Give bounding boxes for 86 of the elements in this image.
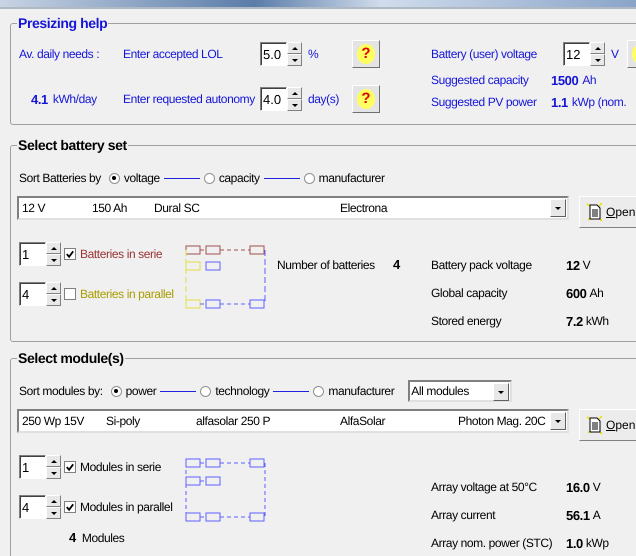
suggestion-label: Suggested PV power bbox=[431, 95, 538, 109]
number-field[interactable]: 4 bbox=[19, 495, 46, 519]
open-button[interactable]: Open bbox=[579, 409, 636, 441]
stat-label: Stored energy bbox=[431, 314, 502, 328]
sort-label: Sort Batteries by bbox=[19, 171, 101, 185]
spin-down-button[interactable] bbox=[590, 54, 605, 66]
spin-down-button[interactable] bbox=[46, 254, 61, 266]
suggestion-value: 1500 bbox=[551, 72, 578, 88]
number-field[interactable]: 5.0 bbox=[260, 42, 287, 66]
stat-value: 600 bbox=[566, 286, 586, 300]
stat-label: Array nom. power (STC) bbox=[431, 536, 554, 550]
count-value: 4 bbox=[393, 257, 402, 272]
open-button[interactable]: Open bbox=[579, 196, 636, 228]
number-field[interactable]: 4 bbox=[19, 282, 46, 306]
number-field[interactable]: 1 bbox=[19, 242, 46, 266]
unit-label: % bbox=[307, 47, 320, 61]
stat-value: 56.1 bbox=[566, 508, 590, 522]
unit-label: day(s) bbox=[307, 92, 340, 106]
stat-label: Global capacity bbox=[431, 286, 508, 300]
spin-down-button[interactable] bbox=[46, 294, 61, 306]
number-field[interactable]: 4.0 bbox=[260, 87, 287, 111]
radio-option[interactable]: voltage bbox=[108, 171, 160, 185]
suggestion-value: 1.1 bbox=[551, 94, 568, 110]
stat-label: Array current bbox=[431, 508, 496, 522]
stat-value: 12 bbox=[566, 258, 580, 272]
count-label: Batteries in parallel bbox=[80, 287, 174, 301]
battery-dropdown[interactable]: 12 V 150 Ah Dural SC Electrona bbox=[17, 196, 569, 220]
daily-value: 4.1 bbox=[31, 92, 48, 106]
stat-unit: A bbox=[592, 508, 600, 522]
stat-unit: Ah bbox=[590, 286, 604, 300]
spin-down-button[interactable] bbox=[287, 99, 302, 111]
stat-value: 1.0 bbox=[566, 536, 583, 550]
spin-up-button[interactable] bbox=[46, 495, 61, 507]
count-value: 4 bbox=[69, 530, 76, 545]
unit-label: V bbox=[610, 47, 620, 61]
stat-label: Array voltage at 50°C bbox=[431, 480, 538, 494]
spin-down-button[interactable] bbox=[46, 507, 61, 519]
checkbox[interactable] bbox=[64, 248, 76, 260]
group-title: Select battery set bbox=[17, 137, 128, 153]
radio-option[interactable]: power bbox=[110, 384, 156, 398]
checkbox[interactable] bbox=[64, 461, 76, 473]
field-label: Enter accepted LOL bbox=[123, 47, 224, 61]
count-label: Modules bbox=[82, 530, 124, 544]
unit-label: kWp (nom. bbox=[572, 95, 626, 109]
radio-option[interactable]: technology bbox=[200, 384, 270, 398]
spin-down-button[interactable] bbox=[287, 54, 302, 66]
spin-up-button[interactable] bbox=[287, 87, 302, 99]
radio-option[interactable]: manufacturer bbox=[313, 384, 394, 398]
spin-up-button[interactable] bbox=[590, 42, 605, 54]
count-label: Modules in serie bbox=[80, 460, 161, 474]
unit-label: Ah bbox=[582, 73, 596, 87]
radio-option[interactable]: capacity bbox=[204, 171, 260, 185]
checkbox[interactable] bbox=[64, 501, 76, 513]
document-icon bbox=[586, 202, 604, 222]
stat-unit: kWh bbox=[586, 314, 609, 328]
spin-down-button[interactable] bbox=[46, 467, 61, 479]
daily-needs-label: Av. daily needs : bbox=[19, 47, 100, 61]
checkbox[interactable] bbox=[64, 288, 76, 300]
suggestion-label: Suggested capacity bbox=[431, 73, 530, 87]
stat-unit: V bbox=[592, 480, 600, 494]
unit-label: kWh/day bbox=[52, 92, 97, 106]
stat-value: 16.0 bbox=[566, 480, 590, 494]
help-button[interactable]: ? bbox=[352, 40, 380, 68]
count-label: Number of batteries bbox=[277, 258, 376, 272]
radio-option[interactable]: manufacturer bbox=[304, 171, 385, 185]
number-field[interactable]: 12 bbox=[563, 42, 590, 66]
spin-up-button[interactable] bbox=[46, 282, 61, 294]
stat-value: 7.2 bbox=[566, 314, 583, 328]
stat-unit: kWp bbox=[586, 536, 609, 550]
spin-up-button[interactable] bbox=[46, 242, 61, 254]
group-title: Select module(s) bbox=[17, 350, 125, 366]
document-icon bbox=[586, 415, 604, 435]
field-label: Enter requested autonomy bbox=[123, 92, 256, 106]
count-label: Batteries in serie bbox=[80, 247, 162, 261]
spin-up-button[interactable] bbox=[46, 455, 61, 467]
module-dropdown[interactable]: 250 Wp 15V Si-poly alfasolar 250 P AlfaSolar Photon Mag. 20C bbox=[17, 409, 569, 433]
number-field[interactable]: 1 bbox=[19, 455, 46, 479]
sort-label: Sort modules by: bbox=[19, 384, 103, 398]
stat-unit: V bbox=[582, 258, 590, 272]
field-label: Battery (user) voltage bbox=[431, 47, 538, 61]
group-title: Presizing help bbox=[17, 15, 108, 31]
filter-dropdown[interactable]: All modules bbox=[408, 380, 512, 402]
help-button[interactable]: ? bbox=[352, 85, 380, 113]
stat-label: Battery pack voltage bbox=[431, 258, 533, 272]
count-label: Modules in parallel bbox=[80, 500, 172, 514]
spin-up-button[interactable] bbox=[287, 42, 302, 54]
